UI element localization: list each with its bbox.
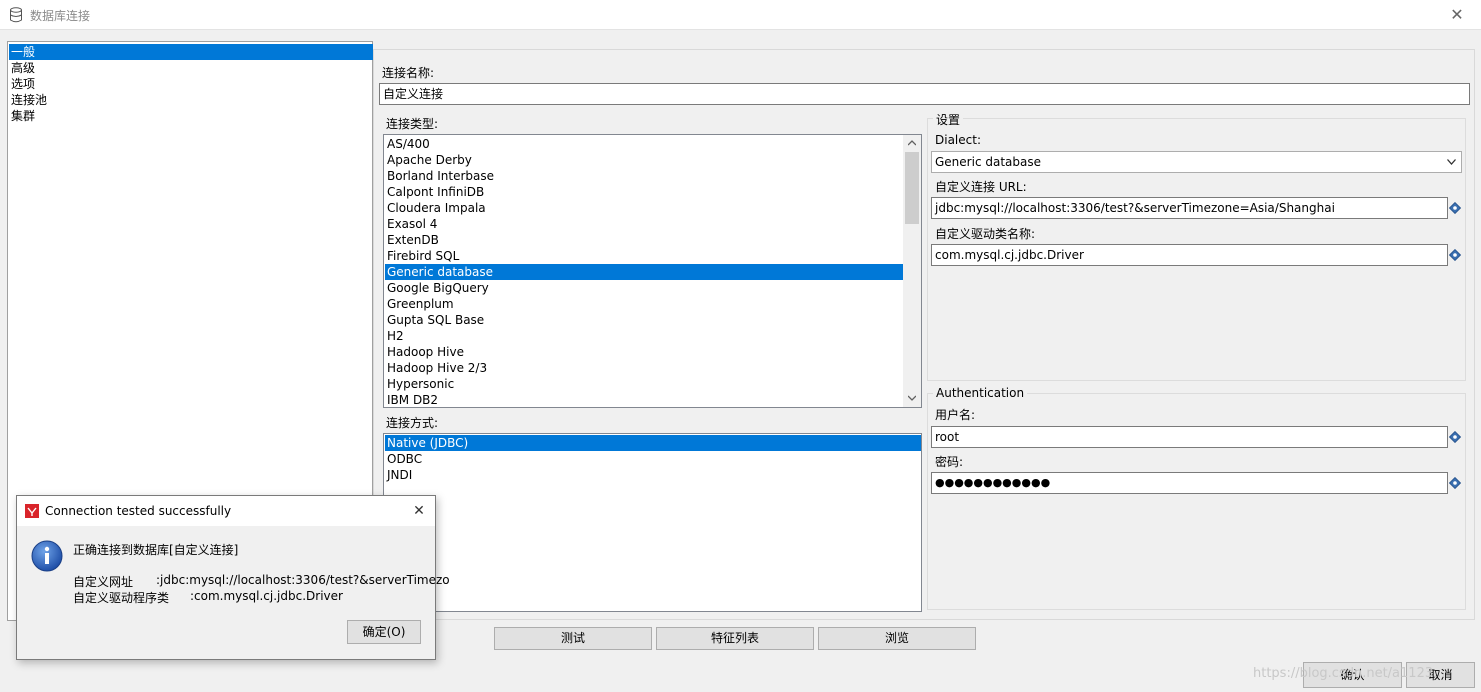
list-item[interactable]: Gupta SQL Base (385, 312, 906, 328)
variable-diamond-icon[interactable] (1449, 202, 1461, 214)
list-item[interactable]: Hadoop Hive 2/3 (385, 360, 906, 376)
app-logo-icon (25, 504, 39, 518)
variable-diamond-icon[interactable] (1449, 431, 1461, 443)
test-button[interactable]: 测试 (494, 627, 652, 650)
list-item[interactable]: Hypersonic (385, 376, 906, 392)
driver-class-input[interactable]: com.mysql.cj.jdbc.Driver (931, 244, 1448, 266)
dialect-value: Generic database (935, 155, 1041, 169)
list-item[interactable]: IBM DB2 (385, 392, 906, 407)
tree-item-options[interactable]: 选项 (9, 76, 373, 92)
tree-item-general[interactable]: 一般 (9, 44, 373, 60)
watermark: https://blog.csdn.net/a1123... (1253, 666, 1446, 681)
list-item[interactable]: JNDI (385, 467, 921, 483)
list-item[interactable]: Cloudera Impala (385, 200, 906, 216)
settings-group-title: 设置 (933, 111, 964, 128)
username-label: 用户名: (935, 408, 976, 422)
close-icon: ✕ (1450, 5, 1464, 24)
list-item[interactable]: ExtenDB (385, 232, 906, 248)
connection-name-input[interactable]: 自定义连接 (379, 83, 1470, 105)
dialog-title-bar: Connection tested successfully ✕ (17, 496, 435, 526)
connection-name-label: 连接名称: (382, 66, 435, 80)
explore-button[interactable]: 浏览 (818, 627, 976, 650)
chevron-down-icon (1447, 159, 1456, 165)
window-title: 数据库连接 (30, 9, 91, 23)
dialog-driver-value: :com.mysql.cj.jdbc.Driver (190, 589, 343, 603)
tree-item-cluster[interactable]: 集群 (9, 108, 373, 124)
connection-type-list[interactable]: AS/400 Apache Derby Borland Interbase Ca… (383, 134, 922, 408)
dialog-message: 正确连接到数据库[自定义连接] (73, 543, 239, 557)
list-item[interactable]: Hadoop Hive (385, 344, 906, 360)
list-item[interactable]: Greenplum (385, 296, 906, 312)
list-item[interactable]: Apache Derby (385, 152, 906, 168)
close-icon: ✕ (413, 503, 425, 519)
list-item[interactable]: Borland Interbase (385, 168, 906, 184)
dialect-label: Dialect: (935, 133, 981, 147)
list-item[interactable]: Calpont InfiniDB (385, 184, 906, 200)
list-item-selected[interactable]: Native (JDBC) (385, 435, 921, 451)
variable-diamond-icon[interactable] (1449, 249, 1461, 261)
connection-test-dialog: Connection tested successfully ✕ 正确连接到数据… (16, 495, 450, 660)
connection-type-label: 连接类型: (386, 117, 439, 131)
close-window-button[interactable]: ✕ (1440, 3, 1474, 27)
connection-method-list[interactable]: Native (JDBC) ODBC JNDI (383, 433, 922, 612)
tree-item-advanced[interactable]: 高级 (9, 60, 373, 76)
authentication-group-title: Authentication (933, 386, 1028, 400)
password-input[interactable]: ●●●●●●●●●●●● (931, 472, 1448, 494)
list-item[interactable]: H2 (385, 328, 906, 344)
list-item[interactable]: Google BigQuery (385, 280, 906, 296)
dialog-url-key: 自定义网址 (73, 575, 134, 589)
dialect-select[interactable]: Generic database (931, 151, 1462, 173)
username-input[interactable]: root (931, 426, 1448, 448)
list-item[interactable]: Firebird SQL (385, 248, 906, 264)
dialog-title: Connection tested successfully (45, 504, 232, 518)
scrollbar-thumb[interactable] (905, 152, 919, 224)
vertical-scrollbar[interactable] (903, 135, 921, 407)
dialog-url-value: :jdbc:mysql://localhost:3306/test?&serve… (156, 573, 450, 587)
dialog-ok-button[interactable]: 确定(O) (347, 620, 421, 644)
info-icon (31, 540, 63, 572)
database-icon (10, 7, 22, 23)
feature-list-button[interactable]: 特征列表 (656, 627, 814, 650)
list-item[interactable]: Exasol 4 (385, 216, 906, 232)
connection-method-label: 连接方式: (386, 416, 439, 430)
dialog-close-button[interactable]: ✕ (407, 500, 431, 522)
variable-diamond-icon[interactable] (1449, 477, 1461, 489)
list-item-selected[interactable]: Generic database (385, 264, 906, 280)
scroll-up-icon[interactable] (908, 140, 916, 146)
password-label: 密码: (935, 455, 964, 469)
dialog-driver-key: 自定义驱动程序类 (73, 591, 170, 605)
scroll-down-icon[interactable] (908, 395, 916, 401)
url-input[interactable]: jdbc:mysql://localhost:3306/test?&server… (931, 197, 1448, 219)
title-bar: 数据库连接 ✕ (0, 0, 1481, 30)
list-item[interactable]: AS/400 (385, 136, 906, 152)
driver-class-label: 自定义驱动类名称: (935, 227, 1036, 241)
list-item[interactable]: ODBC (385, 451, 921, 467)
tree-item-pooling[interactable]: 连接池 (9, 92, 373, 108)
url-label: 自定义连接 URL: (935, 180, 1027, 194)
